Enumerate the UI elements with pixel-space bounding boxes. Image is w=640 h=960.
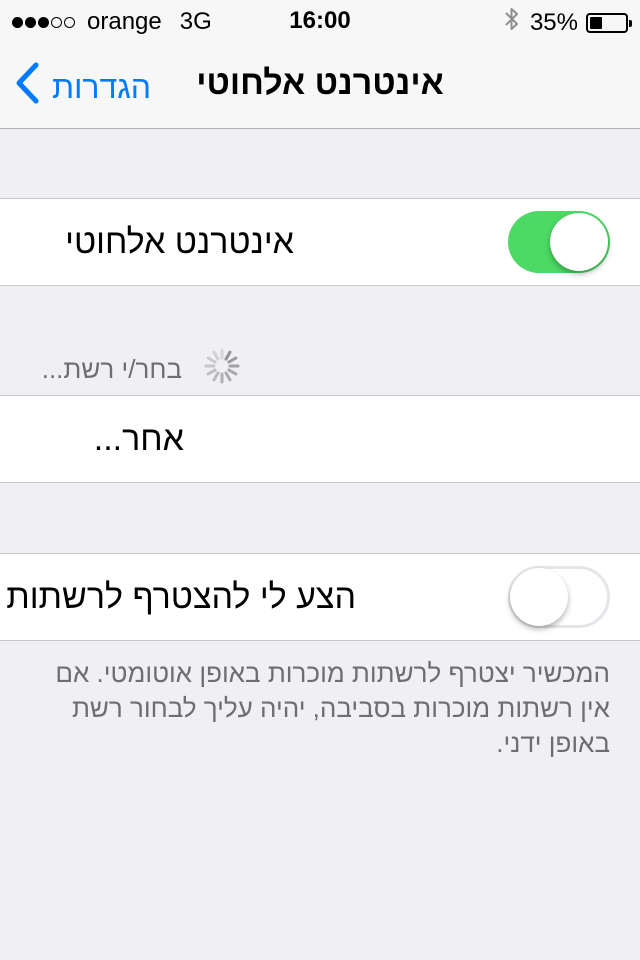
navigation-bar: הגדרות אינטרנט אלחוטי [0,40,640,129]
footer-line: המכשיר יצטרף לרשתות מוכרות באופן אוטומטי… [55,658,610,688]
spinner-spoke [212,371,220,382]
wifi-label: אינטרנט אלחוטי [65,223,294,261]
spinner-spoke [212,350,220,361]
spinner-spoke [206,368,217,376]
battery-icon [586,12,632,33]
spinner-spoke [224,350,232,361]
bluetooth-icon [504,6,520,39]
status-right: 35% [504,6,632,39]
toggle-knob [510,568,568,626]
wifi-toggle-row: אינטרנט אלחוטי [0,198,640,286]
footer-line: אין רשתות מוכרות בסביבה, יהיה עליך לבחור… [71,693,610,723]
networks-section-header: בחר/י רשת... [41,354,182,384]
ask-to-join-toggle[interactable] [508,566,610,628]
wifi-toggle[interactable] [508,211,610,273]
other-network-label: אחר... [93,420,184,458]
page-title: אינטרנט אלחוטי [196,64,444,102]
status-bar: orange 3G 16:00 35% [0,0,640,40]
spinner-spoke [227,356,238,364]
loading-spinner-icon [202,346,242,391]
other-network-row[interactable]: אחר... [0,395,640,483]
spinner-spoke [227,368,238,376]
ask-to-join-row: הצע לי להצטרף לרשתות [0,553,640,641]
footer-line: באופן ידני. [496,728,610,758]
spinner-spoke [206,356,217,364]
spinner-spoke [224,371,232,382]
ask-to-join-footer: המכשיר יצטרף לרשתות מוכרות באופן אוטומטי… [20,656,610,761]
battery-percentage: 35% [529,8,578,36]
toggle-knob [550,213,608,271]
ask-to-join-label: הצע לי להצטרף לרשתות [6,578,356,616]
